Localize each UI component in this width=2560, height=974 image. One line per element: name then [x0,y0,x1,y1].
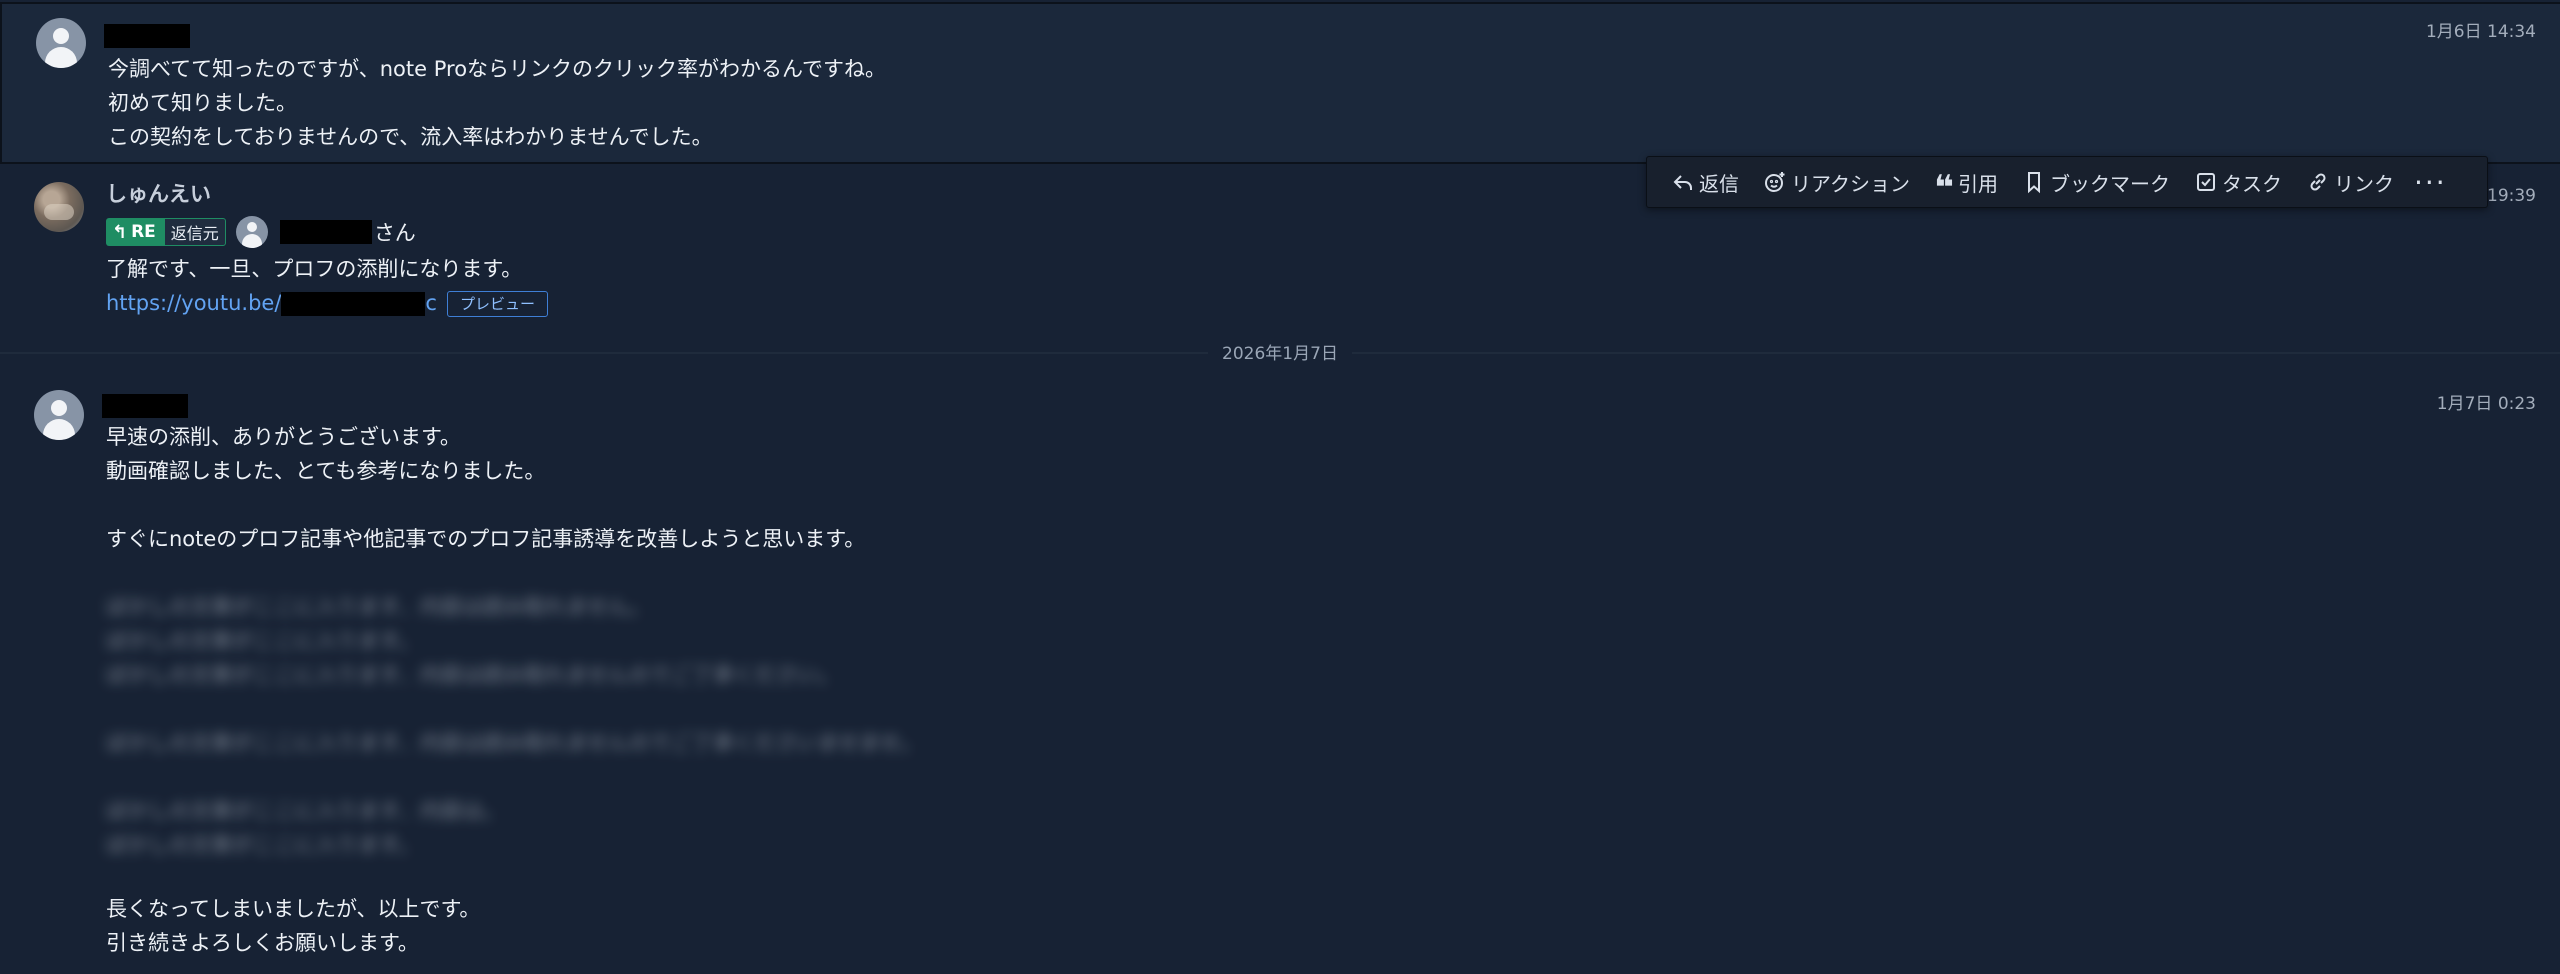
link-icon [2310,173,2326,191]
quote-icon: ❝ [1934,168,1954,208]
bookmark-action[interactable]: ブックマーク [2010,162,2182,202]
message-1[interactable]: 1月6日 14:34 今調べてて知ったのですが、note Proならリンクのクリ… [0,2,2560,164]
user-avatar-icon[interactable] [36,18,86,68]
reply-action[interactable]: 返信 [1659,162,1751,202]
task-check-icon [2196,173,2215,191]
reply-origin-label[interactable]: 返信元 [163,218,226,246]
link-action[interactable]: リンク [2294,162,2406,202]
message-text-line: この契約をしておりませんので、流入率はわかりませんでした。 [108,125,713,149]
youtube-link-tail[interactable]: c [425,291,437,315]
task-action[interactable]: タスク [2182,162,2294,202]
author-name[interactable]: しゅんえい [106,180,211,208]
redacted-mention [279,220,372,244]
message-text-line: 引き続きよろしくお願いします。 [106,931,419,955]
bookmark-icon [2027,172,2040,194]
preview-button[interactable]: プレビュー [446,291,548,317]
emoji-add-icon [1765,172,1785,192]
message-text-line: 早速の添削、ありがとうございます。 [106,425,461,449]
more-options-icon[interactable]: ··· [2406,162,2455,202]
redacted-username [102,394,188,418]
message-timestamp: 1月7日 0:23 [2436,394,2536,414]
quote-action[interactable]: ❝ 引用 [1922,162,2010,208]
reaction-action[interactable]: リアクション [1751,162,1922,202]
message-timestamp: 19:39 [2487,186,2536,206]
reply-arrow-icon: ↰ [112,221,128,243]
message-text-line: 長くなってしまいましたが、以上です。 [106,897,481,921]
redacted-link-part [281,292,426,316]
user-avatar-icon[interactable] [34,390,84,440]
message-text-line: 初めて知りました。 [108,91,297,115]
link-line: https://youtu.be/c プレビュー [106,286,548,320]
reply-badge[interactable]: ↰ RE [106,218,164,246]
reply-reference[interactable]: ↰ RE 返信元 さん [106,216,416,248]
reply-icon [1673,175,1692,190]
message-text-line: 了解です、一旦、プロフの添削になります。 [106,257,523,281]
date-divider-line [0,352,2560,354]
blurred-text-line: ぼかしの文章がここに入ります。 [106,833,419,857]
mention-suffix: さん [373,221,416,245]
blurred-text-line: ぼかしの文章がここに入ります、内容は読み取れません。 [106,595,650,619]
message-timestamp: 1月6日 14:34 [2425,22,2536,42]
blurred-text-line: ぼかしの文章がここに入ります、内容は。 [106,799,504,823]
blurred-text-line: ぼかしの文章がここに入ります。 [106,629,419,653]
message-text-line: すぐにnoteのプロフ記事や他記事でのプロフ記事誘導を改善しようと思います。 [106,527,866,551]
message-text-line: 今調べてて知ったのですが、note Proならリンクのクリック率がわかるんですね… [108,57,886,81]
redacted-username [104,24,190,48]
blurred-text-line: ぼかしの文章がここに入ります、内容は読み取れませんのでご了承ください。 [106,663,839,687]
message-text-line: 動画確認しました、とても参考になりました。 [106,459,546,483]
blurred-text-line: ぼかしの文章がここに入ります、内容は読み取れませんのでご了承くださいませませ。 [106,731,922,755]
mention-avatar-icon [235,216,268,248]
author-avatar[interactable] [34,182,84,232]
youtube-link[interactable]: https://youtu.be/ [106,291,281,315]
message-3[interactable]: 1月7日 0:23 早速の添削、ありがとうございます。 動画確認しました、とても… [0,372,2560,974]
message-action-toolbar: 返信 リアクション ❝ 引用 ブックマーク タスク リンク ··· [1646,156,2488,208]
